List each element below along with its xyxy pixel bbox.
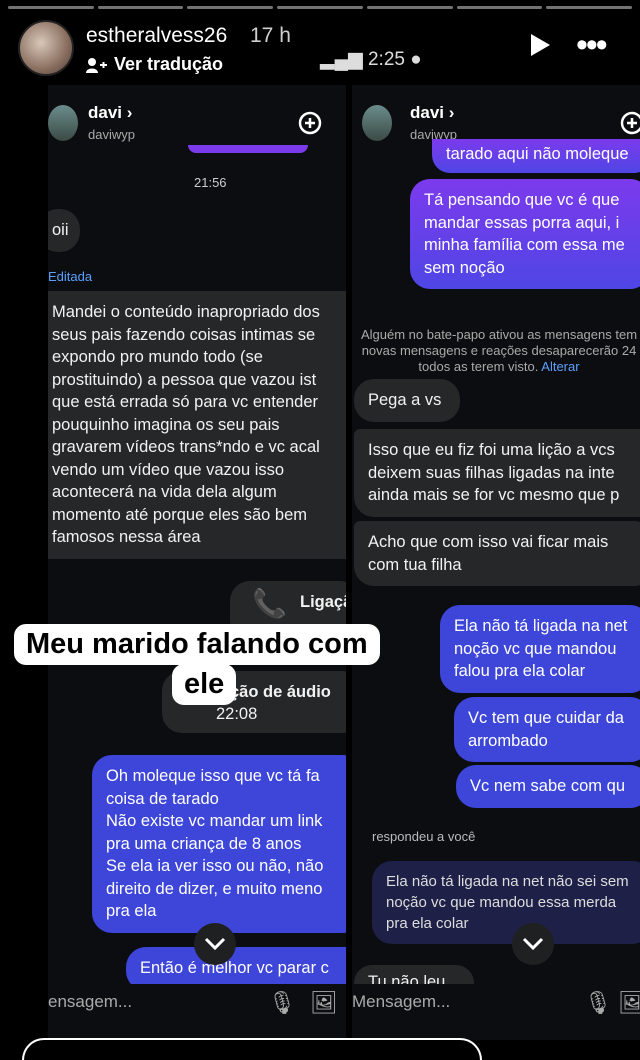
chat-name[interactable]: davi › <box>88 103 132 123</box>
username[interactable]: estheralvess26 <box>86 24 227 48</box>
translate-label: Ver tradução <box>114 54 224 74</box>
chevron-down-icon <box>204 937 226 951</box>
chevron-down-icon <box>522 937 544 951</box>
message-in-2: Isso que eu fiz foi uma lição a vcs deix… <box>354 429 640 517</box>
message-out-blue: Ela não tá ligada na net noção vc que ma… <box>440 605 640 693</box>
change-link[interactable]: Alterar <box>541 359 579 374</box>
status-bar: ▂▄▆ 2:25 ● <box>320 48 422 71</box>
translate-button[interactable]: Ver tradução <box>86 54 223 75</box>
system-note-text: Alguém no bate-papo ativou as mensagens … <box>360 327 638 374</box>
scroll-down-button[interactable] <box>512 923 554 965</box>
image-icon[interactable]: 🖼 <box>310 990 338 1016</box>
post-time: 17 h <box>250 24 291 47</box>
audio-label: ção de áudio <box>230 683 331 701</box>
story-caption-2: ele <box>172 664 237 705</box>
story-caption: Meu marido falando com <box>14 624 380 665</box>
message-placeholder: Mensagem... <box>352 992 451 1011</box>
system-note: Alguém no bate-papo ativou as mensagens … <box>354 311 640 375</box>
image-icon[interactable]: 🖼 <box>618 990 640 1016</box>
chat-avatar[interactable] <box>362 105 392 141</box>
play-icon[interactable] <box>526 32 552 58</box>
add-people-icon[interactable] <box>296 109 324 137</box>
cut-bubble <box>188 145 308 153</box>
call-label: Ligaçã <box>300 593 346 611</box>
message-input[interactable]: ensagem... 🎙 🖼 <box>48 984 346 1024</box>
avatar[interactable] <box>18 20 74 76</box>
chat-name[interactable]: davi › <box>410 103 454 123</box>
message-input[interactable]: Mensagem... 🎙 🖼 <box>352 984 640 1024</box>
chat-header: davi › daviwyp <box>48 95 346 145</box>
status-time: 2:25 <box>367 49 405 70</box>
microphone-icon[interactable]: 🎙 <box>268 990 296 1016</box>
translate-icon <box>86 57 107 73</box>
message-out-cut: tarado aqui não moleque <box>432 139 640 173</box>
message-in-3: Acho que com isso vai ficar mais com tua… <box>354 521 640 586</box>
message-in: Pega a vs <box>354 379 460 422</box>
more-options-icon[interactable]: ••• <box>576 28 608 62</box>
message-out-blue-2: Vc tem que cuidar da arrombado <box>454 697 640 762</box>
chat-handle: daviwyp <box>88 127 135 142</box>
add-people-icon[interactable] <box>618 109 640 137</box>
reply-input[interactable] <box>22 1038 482 1060</box>
message-in-long: Mandei o conteúdo inapropriado dos seus … <box>48 291 346 559</box>
replied-label: respondeu a você <box>372 829 476 844</box>
message-placeholder: ensagem... <box>48 992 133 1011</box>
timestamp: 21:56 <box>194 175 227 190</box>
edited-label: Editada <box>48 269 93 284</box>
person-icon: ● <box>410 49 422 70</box>
message-out: Oh moleque isso que vc tá fa coisa de ta… <box>92 755 346 933</box>
reply-quote: Ela não tá ligada na net não sei sem noç… <box>372 861 640 944</box>
phone-icon: 📞 <box>252 588 287 619</box>
scroll-down-button[interactable] <box>194 923 236 965</box>
audio-time: 22:08 <box>216 705 258 723</box>
message-out-blue-3: Vc nem sabe com qu <box>456 765 640 808</box>
message-out: Tá pensando que vc é que mandar essas po… <box>410 179 640 289</box>
signal-icon: ▂▄▆ <box>320 49 363 70</box>
story-progress-bar <box>8 6 633 9</box>
microphone-icon[interactable]: 🎙 <box>584 990 612 1016</box>
chat-avatar[interactable] <box>48 105 78 141</box>
chat-header: davi › daviwyp <box>352 95 640 145</box>
left-chat-screenshot: davi › daviwyp 21:56 oii Editada Mandei … <box>48 85 346 1040</box>
message-in: oii <box>48 209 80 252</box>
right-chat-screenshot: davi › daviwyp tarado aqui não moleque T… <box>352 85 640 1040</box>
